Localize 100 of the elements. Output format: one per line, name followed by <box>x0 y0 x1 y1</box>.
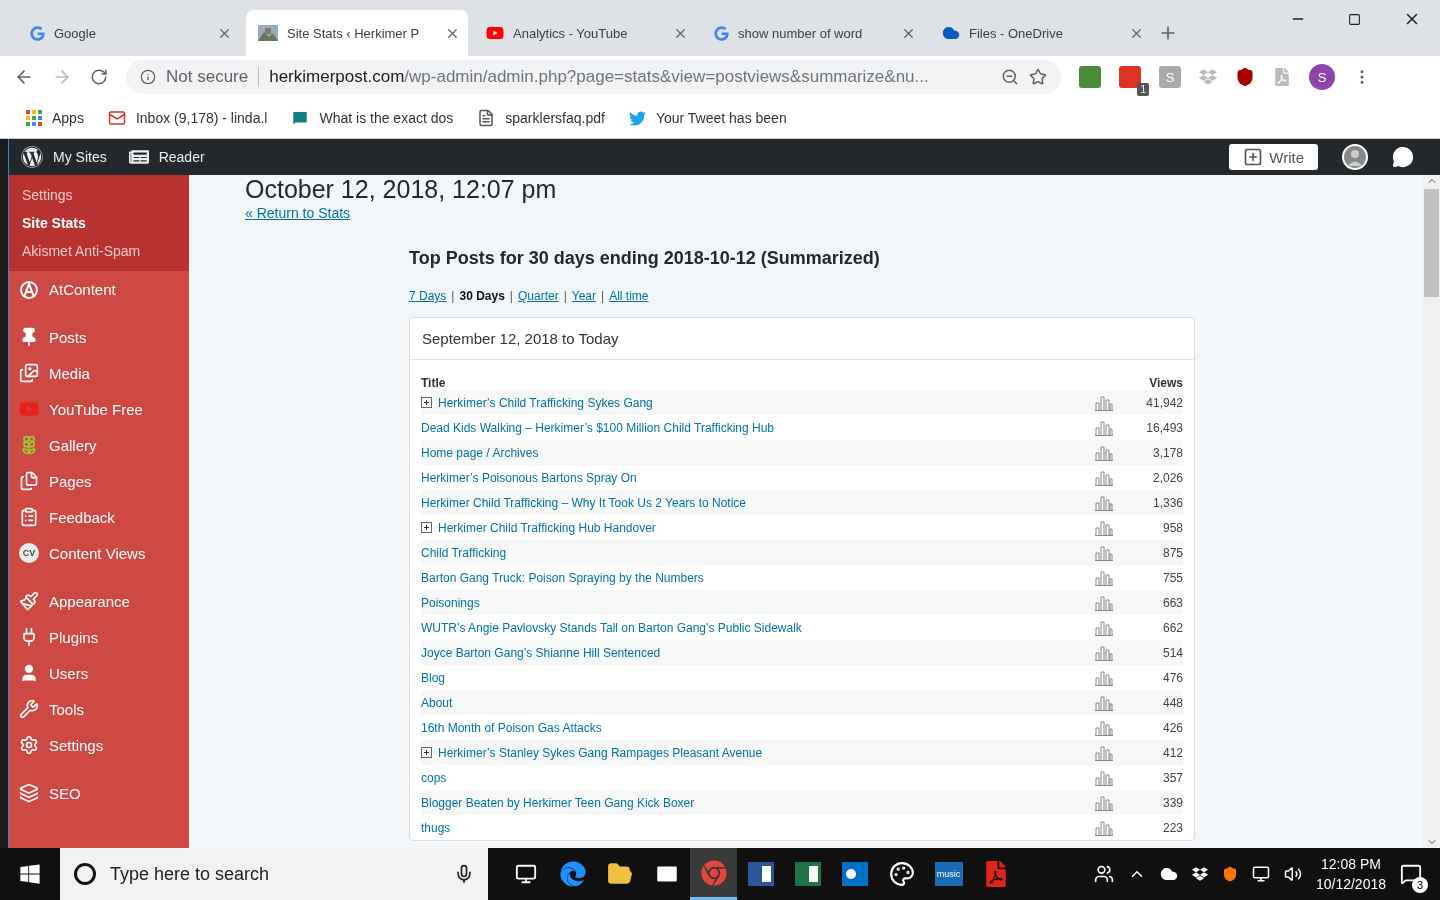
post-link[interactable]: Herkimer’s Stanley Sykes Gang Rampages Pleasant Avenue <box>438 745 1095 760</box>
bar-chart-icon[interactable] <box>1095 819 1113 836</box>
menu-item[interactable]: YouTube Free <box>9 391 189 427</box>
bar-chart-icon[interactable] <box>1095 394 1113 411</box>
bar-chart-icon[interactable] <box>1095 569 1113 586</box>
shield-icon[interactable] <box>1221 866 1238 882</box>
menu-item[interactable]: Plugins <box>9 619 189 655</box>
bar-chart-icon[interactable] <box>1095 494 1113 511</box>
return-link[interactable]: « Return to Stats <box>245 205 351 221</box>
submenu-item[interactable]: Site Stats <box>9 209 189 237</box>
expand-icon[interactable] <box>421 397 432 408</box>
my-sites-link[interactable]: My Sites <box>53 149 107 165</box>
bar-chart-icon[interactable] <box>1095 669 1113 686</box>
bar-chart-icon[interactable] <box>1095 794 1113 811</box>
browser-tab[interactable]: show number of word <box>702 10 924 56</box>
star-icon[interactable] <box>1029 68 1047 86</box>
browser-tab[interactable]: Google <box>18 10 240 56</box>
post-link[interactable]: WUTR’s Angie Pavlovsky Stands Tall on Barton Gang’s Public Sidewalk <box>421 620 1095 635</box>
scrollbar[interactable] <box>1423 175 1440 848</box>
expand-icon[interactable] <box>421 747 432 758</box>
address-bar[interactable]: Not secure herkimerpost.com/wp-admin/admin.php?page=stats&view=postviews&summarize&nu... <box>126 60 1061 94</box>
post-link[interactable]: 16th Month of Poison Gas Attacks <box>421 720 1095 735</box>
browser-tab[interactable]: Analytics - YouTube <box>474 10 696 56</box>
menu-item[interactable]: Tools <box>9 691 189 727</box>
clock[interactable]: 12:08 PM 10/12/2018 <box>1315 856 1386 892</box>
post-link[interactable]: Herkimer Child Trafficking – Why It Took Us 2 Years to Notice <box>421 495 1095 510</box>
post-link[interactable]: Herkimer Child Trafficking Hub Handover <box>438 520 1095 535</box>
menu-item[interactable]: AtContent <box>9 271 189 307</box>
write-button[interactable]: Write <box>1229 144 1318 170</box>
period-link[interactable]: 30 Days <box>459 289 505 303</box>
people-icon[interactable] <box>1093 864 1114 884</box>
reader-link[interactable]: Reader <box>158 149 205 165</box>
bar-chart-icon[interactable] <box>1095 694 1113 711</box>
period-link[interactable]: Quarter <box>518 289 559 303</box>
notifications-icon[interactable] <box>1392 146 1414 168</box>
reload-icon[interactable] <box>90 68 108 86</box>
bar-chart-icon[interactable] <box>1095 519 1113 536</box>
menu-item[interactable]: Settings <box>9 727 189 763</box>
wordpress-icon[interactable] <box>21 146 43 168</box>
expand-icon[interactable] <box>421 522 432 533</box>
word-icon[interactable] <box>747 862 774 886</box>
menu-item[interactable]: Pages <box>9 463 189 499</box>
reader-icon[interactable] <box>128 147 149 167</box>
outlook-icon[interactable] <box>841 862 868 886</box>
menu-item[interactable]: Users <box>9 655 189 691</box>
post-link[interactable]: Child Trafficking <box>421 545 1095 560</box>
maximize-icon[interactable] <box>1348 12 1361 26</box>
post-link[interactable]: About <box>421 695 1095 710</box>
post-link[interactable]: Home page / Archives <box>421 445 1095 460</box>
submenu-item[interactable]: Akismet Anti-Spam <box>9 237 189 265</box>
menu-item[interactable]: Gallery <box>9 427 189 463</box>
post-link[interactable]: Poisonings <box>421 595 1095 610</box>
menu-item[interactable]: Media <box>9 355 189 391</box>
post-link[interactable]: cops <box>421 770 1095 785</box>
bar-chart-icon[interactable] <box>1095 444 1113 461</box>
profile-avatar[interactable]: S <box>1309 64 1335 90</box>
bar-chart-icon[interactable] <box>1095 744 1113 761</box>
post-link[interactable]: Joyce Barton Gang’s Shianne Hill Sentenced <box>421 645 1095 660</box>
excel-icon[interactable] <box>794 862 821 886</box>
bookmark[interactable]: What is the exact dos <box>291 109 454 127</box>
info-icon[interactable] <box>140 69 156 85</box>
post-link[interactable]: Blog <box>421 670 1095 685</box>
bookmark[interactable]: Your Tweet has been <box>628 109 787 127</box>
menu-item[interactable]: Feedback <box>9 499 189 535</box>
bar-chart-icon[interactable] <box>1095 544 1113 561</box>
post-link[interactable]: Herkimer’s Child Trafficking Sykes Gang <box>438 395 1095 410</box>
post-link[interactable]: thugs <box>421 820 1095 835</box>
dropbox-icon[interactable] <box>1191 866 1208 882</box>
music-icon[interactable]: music <box>934 862 963 886</box>
bar-chart-icon[interactable] <box>1095 469 1113 486</box>
palette-icon[interactable] <box>888 861 915 887</box>
edge-icon[interactable] <box>559 861 586 887</box>
bar-chart-icon[interactable] <box>1095 644 1113 661</box>
bookmark[interactable]: sparklersfaq.pdf <box>477 109 605 127</box>
network-icon[interactable] <box>1251 865 1270 883</box>
post-link[interactable]: Barton Gang Truck: Poison Spraying by the Numbers <box>421 570 1095 585</box>
bar-chart-icon[interactable] <box>1095 769 1113 786</box>
microphone-icon[interactable] <box>454 864 474 884</box>
menu-item[interactable]: SEO <box>9 775 189 811</box>
bar-chart-icon[interactable] <box>1095 419 1113 436</box>
bookmark[interactable]: Apps <box>26 110 84 126</box>
menu-item[interactable]: CV Content Views <box>9 535 189 571</box>
submenu-item[interactable]: Settings <box>9 181 189 209</box>
zoom-out-icon[interactable] <box>1001 68 1019 86</box>
windows-icon[interactable] <box>19 863 41 885</box>
post-link[interactable]: Dead Kids Walking – Herkimer’s $100 Million Child Trafficking Hub <box>421 420 1095 435</box>
post-link[interactable]: Blogger Beaten by Herkimer Teen Gang Kick Boxer <box>421 795 1095 810</box>
shield-icon[interactable] <box>1235 67 1255 87</box>
folder-icon[interactable] <box>606 861 633 887</box>
chrome-icon[interactable] <box>700 859 727 886</box>
search-field[interactable]: Type here to search <box>60 848 488 900</box>
avatar-icon[interactable] <box>1342 144 1368 170</box>
post-link[interactable]: Herkimer’s Poisonous Bartons Spray On <box>421 470 1095 485</box>
scrollbar-thumb[interactable] <box>1424 189 1439 297</box>
period-link[interactable]: All time <box>609 289 649 303</box>
period-link[interactable]: 7 Days <box>409 289 447 303</box>
volume-icon[interactable] <box>1283 865 1302 883</box>
bar-chart-icon[interactable] <box>1095 719 1113 736</box>
bar-chart-icon[interactable] <box>1095 619 1113 636</box>
task-view-icon[interactable] <box>514 863 537 885</box>
